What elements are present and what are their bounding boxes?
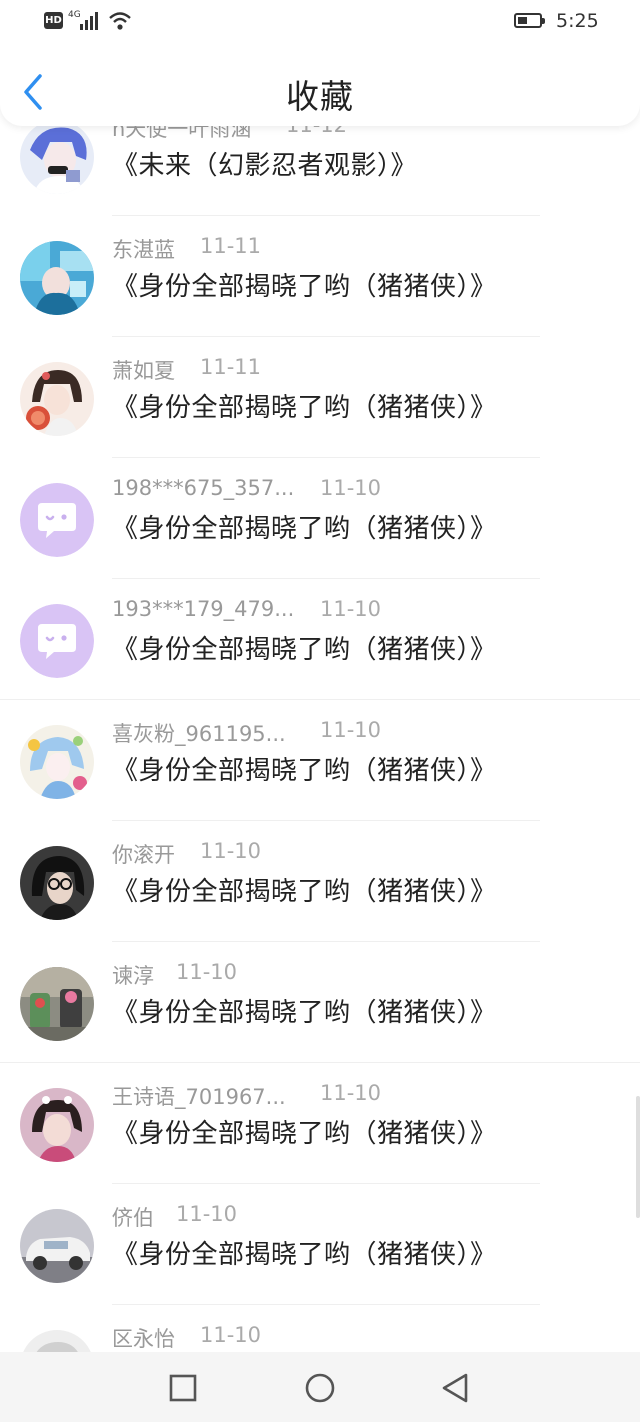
user-name: 区永怡 — [112, 1327, 175, 1351]
user-name: 谏淳 — [112, 964, 154, 988]
back-triangle-icon — [442, 1373, 468, 1403]
scrollbar[interactable] — [636, 1096, 640, 1218]
item-date: 11-10 — [320, 718, 382, 742]
item-date: 11-11 — [200, 355, 262, 379]
status-bar: HD 4G 5:25 — [0, 0, 640, 44]
list-item[interactable]: 你滚开 11-10 《身份全部揭晓了哟（猪猪侠）》 — [0, 821, 640, 942]
list-item[interactable]: 王诗语_701967... 11-10 《身份全部揭晓了哟（猪猪侠）》 — [0, 1063, 640, 1184]
app-header: HD 4G 5:25 收藏 — [0, 0, 640, 126]
home-button[interactable] — [300, 1370, 340, 1406]
item-meta: 你滚开 11-10 — [112, 839, 261, 869]
page-title: 收藏 — [286, 77, 354, 116]
item-meta: 193***179_479... 11-10 — [112, 597, 381, 621]
recents-square-icon — [169, 1374, 197, 1402]
avatar — [20, 846, 94, 920]
item-date: 11-11 — [200, 234, 262, 258]
hd-badge: HD — [44, 12, 63, 29]
avatar — [20, 120, 94, 194]
item-title: 《身份全部揭晓了哟（猪猪侠）》 — [112, 514, 497, 544]
item-title: 《身份全部揭晓了哟（猪猪侠）》 — [112, 756, 497, 786]
user-name: 你滚开 — [112, 843, 175, 867]
user-name: 喜灰粉_961195... — [112, 722, 286, 746]
item-meta: 萧如夏 11-11 — [112, 355, 261, 385]
item-meta: 区永怡 11-10 — [112, 1323, 261, 1353]
item-title: 《身份全部揭晓了哟（猪猪侠）》 — [112, 393, 497, 423]
signal-icon — [80, 12, 102, 30]
list-item[interactable]: 喜灰粉_961195... 11-10 《身份全部揭晓了哟（猪猪侠）》 — [0, 700, 640, 821]
item-meta: 谏淳 11-10 — [112, 960, 237, 990]
item-title: 《身份全部揭晓了哟（猪猪侠）》 — [112, 1119, 497, 1149]
recents-button[interactable] — [163, 1370, 203, 1406]
item-meta: 王诗语_701967... 11-10 — [112, 1081, 381, 1111]
battery-icon — [514, 13, 545, 28]
item-meta: 东湛蓝 11-11 — [112, 234, 261, 264]
network-type: 4G — [68, 10, 81, 20]
user-name: 193***179_479... — [112, 597, 295, 621]
user-name: 侪伯 — [112, 1206, 154, 1230]
user-name: 王诗语_701967... — [112, 1085, 286, 1109]
avatar — [20, 1209, 94, 1283]
item-date: 11-10 — [176, 960, 238, 984]
list-item[interactable]: 谏淳 11-10 《身份全部揭晓了哟（猪猪侠）》 — [0, 942, 640, 1063]
home-circle-icon — [305, 1373, 335, 1403]
item-meta: 侪伯 11-10 — [112, 1202, 237, 1232]
default-avatar-icon — [20, 604, 94, 678]
list-item[interactable]: 193***179_479... 11-10 《身份全部揭晓了哟（猪猪侠）》 — [0, 579, 640, 700]
item-date: 11-10 — [320, 1081, 382, 1105]
user-name: 198***675_357... — [112, 476, 295, 500]
item-title: 《未来（幻影忍者观影）》 — [112, 151, 418, 181]
list-item[interactable]: 侪伯 11-10 《身份全部揭晓了哟（猪猪侠）》 — [0, 1184, 640, 1305]
status-time: 5:25 — [556, 10, 599, 32]
default-avatar-icon — [20, 483, 94, 557]
item-date: 11-10 — [320, 597, 382, 621]
item-title: 《身份全部揭晓了哟（猪猪侠）》 — [112, 877, 497, 907]
user-name: 东湛蓝 — [112, 238, 175, 262]
avatar — [20, 362, 94, 436]
item-title: 《身份全部揭晓了哟（猪猪侠）》 — [112, 998, 497, 1028]
item-date: 11-10 — [200, 1323, 262, 1347]
list-item[interactable]: 萧如夏 11-11 《身份全部揭晓了哟（猪猪侠）》 — [0, 337, 640, 458]
list-item[interactable]: 198***675_357... 11-10 《身份全部揭晓了哟（猪猪侠）》 — [0, 458, 640, 579]
avatar — [20, 241, 94, 315]
item-date: 11-10 — [320, 476, 382, 500]
user-name: 萧如夏 — [112, 359, 175, 383]
avatar — [20, 967, 94, 1041]
avatar — [20, 725, 94, 799]
item-date: 11-10 — [200, 839, 262, 863]
item-title: 《身份全部揭晓了哟（猪猪侠）》 — [112, 272, 497, 302]
wifi-icon — [109, 12, 131, 30]
item-title: 《身份全部揭晓了哟（猪猪侠）》 — [112, 635, 497, 665]
back-nav-button[interactable] — [436, 1370, 476, 1406]
system-nav-bar — [0, 1352, 640, 1422]
list-item[interactable]: 东湛蓝 11-11 《身份全部揭晓了哟（猪猪侠）》 — [0, 216, 640, 337]
item-meta: 喜灰粉_961195... 11-10 — [112, 718, 381, 748]
avatar — [20, 1088, 94, 1162]
item-date: 11-10 — [176, 1202, 238, 1226]
item-title: 《身份全部揭晓了哟（猪猪侠）》 — [112, 1240, 497, 1270]
item-meta: 198***675_357... 11-10 — [112, 476, 381, 500]
